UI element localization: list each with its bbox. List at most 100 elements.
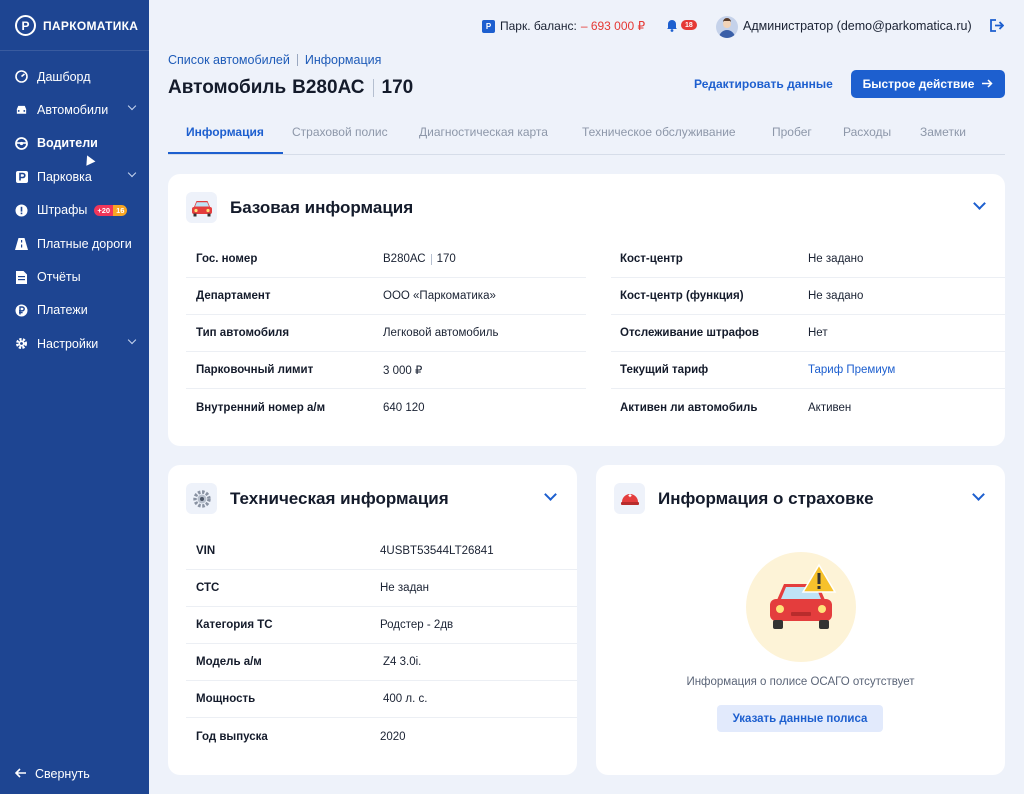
sidebar-item-payments[interactable]: Платежи [0, 294, 149, 327]
tab-insurance[interactable]: Страховой полис [292, 125, 388, 139]
sidebar-item-label: Платные дороги [37, 236, 132, 251]
row-value: 2020 [380, 730, 406, 743]
parking-icon: P [482, 19, 495, 33]
fines-badges: +20 16 [94, 204, 128, 216]
user-name[interactable]: Администратор (demo@parkomatica.ru) [743, 19, 972, 33]
quick-action-label: Быстрое действие [862, 77, 975, 91]
tariff-link[interactable]: Тариф Премиум [808, 364, 895, 376]
logo-icon: P [15, 15, 36, 36]
breadcrumb-info[interactable]: Информация [305, 53, 382, 67]
quick-action-button[interactable]: Быстрое действие [851, 70, 1005, 98]
table-row: Мощность 400 л. с. [186, 681, 577, 718]
chevron-down-icon[interactable] [973, 197, 986, 210]
row-value: Нет [808, 327, 828, 339]
sidebar-item-label: Настройки [37, 336, 99, 351]
row-value: Активен [808, 401, 852, 414]
top-bar: P Парк. баланс: – 693 000 ₽ 18 Администр… [149, 0, 1024, 54]
row-label: СТС [196, 582, 220, 594]
table-row: Гос. номер В280АС 170 [186, 241, 586, 278]
fines-new-badge: +20 [94, 204, 114, 216]
tab-diagnostic-card[interactable]: Диагностическая карта [419, 125, 548, 139]
plate-main: В280АС [383, 253, 426, 265]
chevron-down-icon[interactable] [127, 102, 137, 111]
table-row: Департамент ООО «Паркоматика» [186, 278, 586, 315]
sidebar-item-fines[interactable]: Штрафы +20 16 [0, 194, 149, 227]
tab-expenses[interactable]: Расходы [843, 125, 891, 139]
empty-state-text: Информация о полисе ОСАГО отсутствует [686, 676, 915, 688]
row-value: 400 л. с. [383, 693, 428, 705]
collapse-sidebar-button[interactable]: Свернуть [14, 767, 90, 781]
arrow-right-icon [982, 77, 993, 91]
ruble-icon [15, 304, 28, 317]
title-divider [372, 79, 374, 97]
table-row: Кост-центр (функция) Не задано [611, 278, 1005, 315]
insurance-card: Информация о страховке Информация о поли… [596, 465, 1005, 775]
row-label: Внутренний номер а/м [196, 401, 326, 414]
plate-divider [430, 253, 432, 265]
sidebar-item-drivers[interactable]: Водители [0, 127, 149, 160]
row-value: Не задано [808, 290, 864, 302]
road-icon [15, 237, 28, 250]
sidebar-item-parking[interactable]: Парковка [0, 160, 149, 193]
sidebar-nav: Дашборд Автомобили Водители Парковка Штр… [0, 60, 149, 361]
sidebar-item-dashboard[interactable]: Дашборд [0, 60, 149, 93]
car-front-icon [186, 192, 217, 223]
tab-info[interactable]: Информация [186, 125, 264, 139]
breadcrumb: Список автомобилей Информация [168, 53, 381, 67]
row-label: Департамент [196, 290, 271, 302]
chevron-down-icon[interactable] [972, 488, 985, 501]
row-value: Легковой автомобиль [383, 327, 499, 339]
chevron-down-icon[interactable] [127, 335, 137, 345]
sidebar-item-label: Водители [37, 136, 98, 151]
row-value: Не задан [380, 582, 430, 594]
logo[interactable]: P ПАРКОМАТИКА [15, 15, 138, 36]
park-balance[interactable]: P Парк. баланс: – 693 000 ₽ [482, 19, 645, 33]
table-row: Внутренний номер а/м 640 120 [186, 389, 586, 426]
sidebar-item-reports[interactable]: Отчёты [0, 260, 149, 293]
table-row: Категория ТС Родстер - 2дв [186, 607, 577, 644]
tech-info-card: Техническая информация VIN 4USBT53544LT2… [168, 465, 577, 775]
tabs: Информация Страховой полис Диагностическ… [168, 114, 1005, 155]
table-row: Отслеживание штрафов Нет [611, 315, 1005, 352]
tab-maintenance[interactable]: Техническое обслуживание [582, 125, 736, 139]
title-region: 170 [381, 77, 414, 98]
table-row: Кост-центр Не задано [611, 241, 1005, 278]
basic-info-card: Базовая информация Гос. номер В280АС 170… [168, 174, 1005, 446]
row-label: Мощность [196, 693, 256, 705]
logout-icon[interactable] [990, 19, 1005, 32]
tab-mileage[interactable]: Пробег [772, 125, 812, 139]
sidebar-item-label: Дашборд [37, 69, 91, 84]
card-header: Базовая информация [186, 192, 413, 223]
chevron-down-icon[interactable] [127, 168, 137, 178]
chevron-down-icon[interactable] [544, 488, 557, 501]
card-title: Базовая информация [230, 197, 414, 217]
row-label: Категория ТС [196, 619, 273, 631]
breadcrumb-divider [296, 54, 298, 66]
table-row: Модель а/м Z4 3.0i. [186, 644, 577, 681]
bell-icon[interactable] [665, 18, 679, 32]
engine-gear-icon [186, 483, 217, 514]
card-header: Техническая информация [186, 483, 449, 514]
breadcrumb-cars-list[interactable]: Список автомобилей [168, 53, 290, 67]
gear-icon [15, 337, 28, 350]
row-label: Парковочный лимит [196, 364, 314, 376]
card-title: Информация о страховке [658, 488, 874, 508]
edit-data-button[interactable]: Редактировать данные [694, 77, 833, 91]
row-label: Модель а/м [196, 656, 262, 668]
title-prefix: Автомобиль [168, 77, 287, 98]
alert-icon [15, 204, 28, 217]
reports-icon [15, 270, 28, 284]
avatar[interactable] [716, 16, 738, 38]
tab-notes[interactable]: Заметки [920, 125, 966, 139]
row-label: Тип автомобиля [196, 327, 290, 339]
row-label: Кост-центр (функция) [620, 290, 744, 302]
sidebar-item-toll-roads[interactable]: Платные дороги [0, 227, 149, 260]
sidebar-item-settings[interactable]: Настройки [0, 327, 149, 360]
sidebar-item-cars[interactable]: Автомобили [0, 93, 149, 126]
parking-icon [15, 170, 28, 183]
add-policy-button[interactable]: Указать данные полиса [717, 705, 883, 732]
sidebar-item-label: Парковка [37, 169, 92, 184]
table-row: Парковочный лимит 3 000 ₽ [186, 352, 586, 389]
logo-divider [0, 50, 149, 51]
sidebar-item-label: Платежи [37, 303, 88, 318]
